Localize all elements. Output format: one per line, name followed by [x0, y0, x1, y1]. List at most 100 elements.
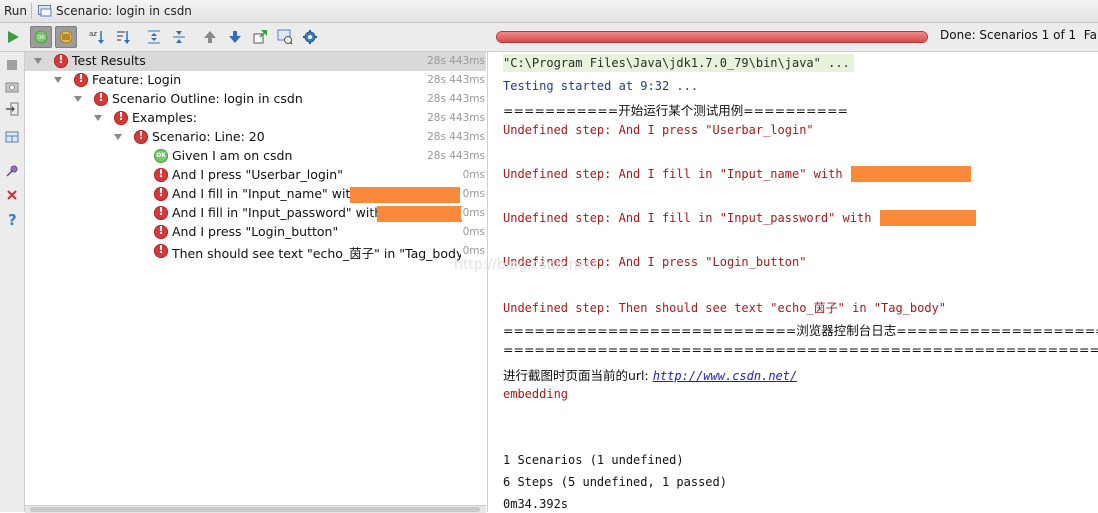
run-config-icon — [38, 5, 52, 17]
tree-row-label: Feature: Login — [92, 72, 182, 87]
redacted-value — [851, 166, 971, 182]
tree-row-step[interactable]: And I fill in "Input_name" with " 0ms — [25, 185, 486, 204]
scrollbar-thumb[interactable] — [30, 507, 480, 512]
chevron-down-icon[interactable] — [34, 58, 42, 64]
screenshot-icon[interactable] — [3, 78, 21, 96]
expand-all-icon[interactable] — [143, 26, 165, 48]
collapse-all-icon[interactable] — [168, 26, 190, 48]
redacted-value — [350, 187, 460, 203]
tree-row-label: And I fill in "Input_password" with " — [172, 205, 392, 220]
error-status-icon — [154, 224, 168, 239]
run-status-tail: Fail — [1083, 28, 1098, 42]
test-results-tree: Test Results 28s 443ms Feature: Login 28… — [25, 52, 486, 512]
tree-row-scenario[interactable]: Scenario: Line: 20 28s 443ms — [25, 128, 486, 147]
console-undefined-step: Undefined step: And I press "Userbar_log… — [503, 123, 814, 137]
tree-row-label: Scenario: Line: 20 — [152, 129, 265, 144]
console-embedding-line: embedding — [503, 387, 569, 401]
svg-text:az: az — [89, 30, 97, 38]
export-icon[interactable] — [249, 26, 271, 48]
tree-row-duration: 28s 443ms — [425, 55, 485, 67]
run-tab-title[interactable]: Scenario: login in csdn — [56, 4, 192, 18]
tree-row-test-results[interactable]: Test Results 28s 443ms — [25, 52, 486, 71]
layout-icon[interactable] — [3, 128, 21, 146]
settings-icon[interactable] — [299, 26, 321, 48]
close-icon[interactable] — [3, 186, 21, 204]
console-banner-separator: ========================================… — [503, 342, 1098, 357]
tree-row-step[interactable]: And I press "Login_button" 0ms — [25, 223, 486, 242]
console-summary-steps: 6 Steps (5 undefined, 1 passed) — [503, 475, 727, 489]
tree-row-duration: 28s 443ms — [425, 74, 485, 86]
import-icon[interactable] — [274, 26, 296, 48]
error-status-icon — [134, 129, 148, 144]
error-status-icon — [154, 186, 168, 201]
show-ignored-toggle-icon[interactable] — [55, 26, 77, 48]
tree-row-duration: 0ms — [460, 226, 485, 238]
error-status-icon — [114, 110, 128, 125]
console-summary-duration: 0m34.392s — [503, 497, 569, 511]
tree-row-step[interactable]: Given I am on csdn 28s 443ms — [25, 147, 486, 166]
run-window-label: Run — [4, 4, 28, 18]
tree-row-label: Scenario Outline: login in csdn — [112, 91, 303, 106]
run-icon[interactable] — [2, 26, 24, 48]
progress-fill — [497, 32, 927, 42]
error-status-icon — [154, 167, 168, 182]
console-screenshot-prefix: 进行截图时页面当前的url: — [503, 368, 653, 383]
console-banner-start: ===========开始运行某个测试用例========== — [503, 103, 848, 118]
left-action-strip: ? — [0, 52, 25, 512]
pin-icon[interactable] — [3, 162, 21, 180]
prev-failed-icon[interactable] — [199, 26, 221, 48]
error-status-icon — [94, 91, 108, 106]
watermark-text: http://blog.csdn.net/ — [454, 257, 597, 273]
tree-row-label: And I press "Login_button" — [172, 224, 339, 239]
console-command-line: "C:\Program Files\Java\jdk1.7.0_79\bin\j… — [503, 54, 854, 72]
console-banner-browser-log: ============================浏览器控制台日志====… — [503, 323, 1098, 338]
tree-row-step[interactable]: And I press "Userbar_login" 0ms — [25, 166, 486, 185]
chevron-down-icon[interactable] — [74, 96, 82, 102]
title-separator — [31, 3, 33, 19]
tree-row-duration: 0ms — [460, 188, 485, 200]
tree-row-duration: 28s 443ms — [425, 112, 485, 124]
run-status-text: Done: Scenarios 1 of 1 Fail — [940, 28, 1098, 42]
stop-icon[interactable] — [3, 56, 21, 74]
chevron-down-icon[interactable] — [94, 115, 102, 121]
error-status-icon — [154, 243, 168, 258]
tree-row-label: Test Results — [72, 53, 146, 68]
tree-row-label: And I press "Userbar_login" — [172, 167, 343, 182]
help-icon[interactable]: ? — [3, 210, 21, 228]
next-failed-icon[interactable] — [224, 26, 246, 48]
error-status-icon — [74, 72, 88, 87]
tree-row-label: And I fill in "Input_name" with " — [172, 186, 368, 201]
tree-row-examples[interactable]: Examples: 28s 443ms — [25, 109, 486, 128]
passed-status-icon — [154, 149, 168, 163]
title-bar: Run Scenario: login in csdn — [0, 0, 1098, 23]
console-started-line: Testing started at 9:32 ... — [503, 79, 699, 93]
chevron-down-icon[interactable] — [54, 77, 62, 83]
chevron-down-icon[interactable] — [114, 134, 122, 140]
test-progress-bar — [496, 31, 928, 43]
tree-row-duration: 0ms — [460, 207, 485, 219]
svg-text:OK: OK — [37, 35, 45, 41]
console-screenshot-line: 进行截图时页面当前的url: http://www.csdn.net/ — [503, 365, 797, 384]
tree-row-scenario-outline[interactable]: Scenario Outline: login in csdn 28s 443m… — [25, 90, 486, 109]
tree-row-label: Then should see text "echo_茵子" in "Tag_b… — [172, 246, 470, 261]
tree-row-label: Examples: — [132, 110, 197, 125]
sort-duration-icon[interactable] — [112, 26, 134, 48]
svg-text:?: ? — [8, 212, 17, 226]
tree-row-feature[interactable]: Feature: Login 28s 443ms — [25, 71, 486, 90]
sort-alpha-icon[interactable]: az — [86, 26, 108, 48]
tree-row-step[interactable]: Then should see text "echo_茵子" in "Tag_b… — [25, 242, 486, 261]
tree-row-step[interactable]: And I fill in "Input_password" with " 0m… — [25, 204, 486, 223]
redacted-value — [880, 210, 976, 226]
tree-row-duration: 0ms — [460, 245, 485, 257]
exit-icon[interactable] — [3, 100, 21, 118]
tree-row-duration: 28s 443ms — [425, 93, 485, 105]
tree-row-label: Given I am on csdn — [172, 148, 293, 163]
console-undefined-step: Undefined step: And I fill in "Input_nam… — [503, 167, 858, 181]
console-url-link[interactable]: http://www.csdn.net/ — [653, 369, 798, 383]
tree-row-duration: 28s 443ms — [425, 131, 485, 143]
console-undefined-step: Undefined step: Then should see text "ec… — [503, 301, 947, 315]
console-undefined-step: Undefined step: And I fill in "Input_pas… — [503, 211, 886, 225]
show-passed-toggle-icon[interactable]: OK — [30, 26, 52, 48]
console-summary-scenarios: 1 Scenarios (1 undefined) — [503, 453, 684, 467]
error-status-icon — [154, 205, 168, 220]
